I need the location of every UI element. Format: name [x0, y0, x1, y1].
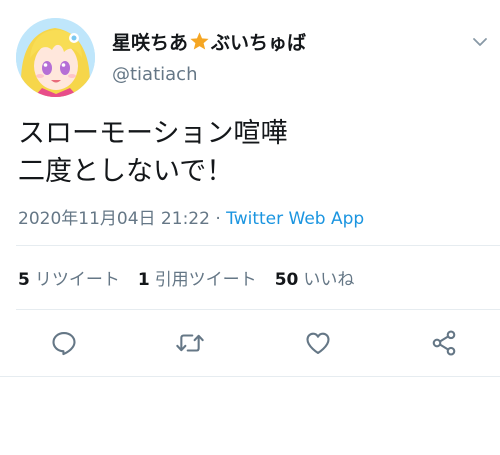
tweet-card: 星咲ちあ ぶいちゅば @tiatiach スローモーション喧嘩 二度としないで！…	[0, 0, 500, 455]
tweet-text-line: 二度としないで！	[18, 156, 234, 187]
likes-count: 50	[274, 270, 299, 290]
quotes-count: 1	[137, 270, 150, 290]
quotes-label: 引用ツイート	[154, 270, 257, 290]
tweet-text: スローモーション喧嘩 二度としないで！	[18, 115, 287, 191]
reply-icon	[52, 332, 76, 356]
quotes-stat[interactable]: 1 引用ツイート	[138, 265, 257, 290]
reply-button[interactable]	[47, 326, 81, 360]
meta-separator: ·	[209, 209, 227, 229]
tweet-text-line: スローモーション喧嘩	[18, 118, 288, 149]
likes-stat[interactable]: 50 いいね	[275, 265, 355, 290]
retweets-label: リツイート	[34, 270, 120, 290]
like-button[interactable]	[301, 326, 335, 360]
avatar[interactable]	[16, 18, 95, 97]
tweet-stats: 5 リツイート 1 引用ツイート 50 いいね	[18, 265, 372, 290]
star-icon	[189, 31, 210, 52]
display-name-part1: 星咲ちあ	[112, 32, 189, 54]
divider	[0, 376, 500, 377]
timestamp[interactable]: 2020年11月04日 21:22	[18, 209, 210, 229]
divider	[16, 309, 500, 310]
retweets-count: 5	[18, 270, 30, 290]
source-link[interactable]: Twitter Web App	[226, 209, 364, 229]
user-handle[interactable]: @tiatiach	[112, 64, 197, 85]
likes-label: いいね	[303, 270, 355, 290]
retweet-button[interactable]	[173, 326, 207, 360]
divider	[16, 245, 500, 246]
heart-icon	[306, 332, 330, 354]
share-button[interactable]	[427, 326, 461, 360]
avatar-image	[16, 18, 95, 97]
retweets-stat[interactable]: 5 リツイート	[18, 265, 120, 290]
display-name-part2: ぶいちゅば	[211, 32, 307, 54]
share-icon	[432, 330, 456, 356]
tweet-meta: 2020年11月04日 21:22 · Twitter Web App	[18, 204, 364, 229]
display-name[interactable]: 星咲ちあ ぶいちゅば	[112, 28, 306, 55]
chevron-down-icon[interactable]	[470, 32, 490, 52]
retweet-icon	[176, 334, 204, 352]
action-bar	[0, 326, 500, 360]
